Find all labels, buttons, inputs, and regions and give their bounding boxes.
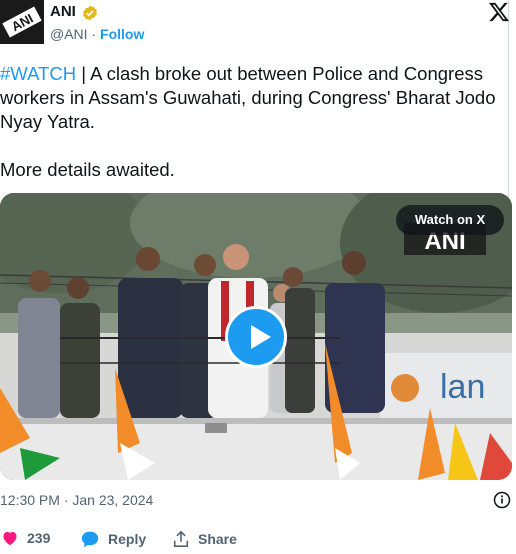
tweet-paragraph-1: #WATCH | A clash broke out between Polic…	[0, 62, 512, 134]
watch-on-x-button[interactable]: Watch on X	[396, 205, 504, 235]
tweet-paragraph-2: More details awaited.	[0, 159, 175, 180]
verified-badge-icon	[82, 5, 98, 26]
reply-label: Reply	[108, 531, 147, 547]
author-handle[interactable]: @ANI	[50, 26, 88, 42]
x-logo-icon[interactable]	[488, 2, 510, 27]
info-icon[interactable]	[493, 491, 511, 514]
tweet-text: #WATCH | A clash broke out between Polic…	[0, 62, 512, 182]
avatar[interactable]: ANI	[0, 0, 44, 44]
follow-button[interactable]: Follow	[100, 26, 144, 42]
action-bar: 239 Reply Share	[0, 530, 516, 554]
heart-icon	[3, 531, 17, 546]
reply-bubble-icon	[81, 531, 99, 548]
share-icon	[173, 530, 189, 548]
reply-button[interactable]: Reply	[80, 530, 146, 548]
like-button[interactable]: 239	[1, 530, 50, 546]
handle-row: @ANI · Follow	[50, 26, 144, 42]
play-icon[interactable]	[225, 306, 287, 368]
author-name[interactable]: ANI	[50, 3, 76, 20]
share-button[interactable]: Share	[172, 530, 237, 548]
tweet-timestamp[interactable]: 12:30 PM · Jan 23, 2024	[0, 492, 153, 508]
handle-separator: ·	[87, 26, 101, 42]
banner-text: lan	[440, 368, 485, 406]
hashtag-link[interactable]: #WATCH	[0, 63, 76, 84]
share-label: Share	[198, 531, 237, 547]
like-count: 239	[27, 530, 51, 546]
